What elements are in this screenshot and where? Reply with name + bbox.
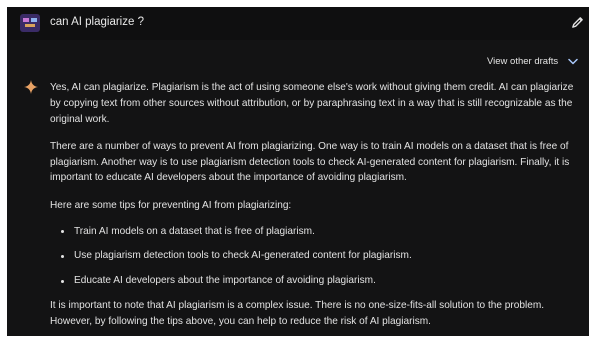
list-item: Use plagiarism detection tools to check … [50, 248, 584, 264]
pencil-icon[interactable] [571, 16, 584, 29]
response-body: Yes, AI can plagiarize. Plagiarism is th… [50, 80, 584, 330]
prompt-text: can AI plagiarize ? [50, 16, 144, 28]
response-paragraph-2: There are a number of ways to prevent AI… [50, 140, 570, 184]
list-item: Train AI models on a dataset that is fre… [50, 224, 584, 240]
chevron-down-icon [568, 58, 578, 65]
gemini-sparkle-icon [24, 80, 38, 94]
response-paragraph-3: Here are some tips for preventing AI fro… [50, 199, 292, 211]
tips-list: Train AI models on a dataset that is fre… [50, 224, 584, 289]
response-paragraph-4: It is important to note that AI plagiari… [50, 299, 545, 327]
response-paragraph-1: Yes, AI can plagiarize. Plagiarism is th… [50, 82, 574, 125]
user-avatar [20, 14, 40, 32]
user-prompt-bar: can AI plagiarize ? [7, 7, 589, 40]
view-other-drafts-label: View other drafts [487, 56, 559, 67]
view-other-drafts-button[interactable]: View other drafts [487, 56, 578, 67]
list-item: Educate AI developers about the importan… [50, 273, 584, 289]
chat-window: can AI plagiarize ? View other drafts Ye… [7, 7, 589, 336]
